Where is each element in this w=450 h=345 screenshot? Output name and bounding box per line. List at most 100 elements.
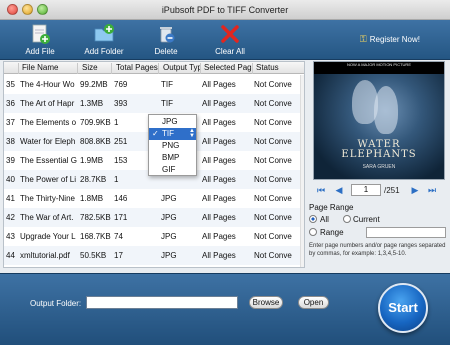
- file-size-cell: 709.9KB: [80, 118, 111, 127]
- row-index-cell: 36: [6, 99, 15, 108]
- file-size-cell: 168.7KB: [80, 232, 111, 241]
- file-size-cell: 782.5KB: [80, 213, 111, 222]
- file-size-cell: 808.8KB: [80, 137, 111, 146]
- file-size-cell: 28.7KB: [80, 175, 107, 184]
- browse-button[interactable]: Browse: [249, 296, 283, 309]
- title-bar: iPubsoft PDF to TIFF Converter: [0, 0, 450, 20]
- status-cell: Not Conve: [254, 118, 292, 127]
- selected-page-cell: All Pages: [202, 137, 236, 146]
- selected-page-cell: All Pages: [202, 251, 236, 260]
- cover-tagline: NOW A MAJOR MOTION PICTURE: [314, 62, 444, 74]
- table-row[interactable]: 35 The 4-Hour Wo 99.2MB 769 TIF All Pages Not …: [4, 75, 304, 94]
- column-header-size[interactable]: Size: [80, 63, 112, 74]
- start-button[interactable]: Start: [378, 283, 428, 333]
- selected-page-cell: All Pages: [202, 213, 236, 222]
- dropdown-option-bmp[interactable]: BMP: [149, 152, 196, 164]
- file-name-cell: The Elements o: [20, 118, 77, 127]
- column-header-index[interactable]: [6, 63, 19, 74]
- page-range-input[interactable]: [366, 227, 446, 238]
- register-now-link[interactable]: ⚿ Register Now!: [360, 34, 420, 45]
- status-cell: Not Conve: [254, 251, 292, 260]
- column-header-status[interactable]: Status: [254, 63, 304, 74]
- total-pages-cell: 146: [114, 194, 128, 203]
- total-pages-cell: 393: [114, 99, 128, 108]
- add-file-button[interactable]: Add File: [8, 22, 72, 58]
- status-cell: Not Conve: [254, 156, 292, 165]
- last-page-button[interactable]: ⏭: [426, 184, 438, 196]
- open-button[interactable]: Open: [298, 296, 329, 309]
- add-folder-icon: [94, 24, 114, 42]
- radio-range[interactable]: [309, 228, 317, 236]
- row-index-cell: 44: [6, 251, 15, 260]
- clear-all-button[interactable]: Clear All: [198, 22, 262, 58]
- register-now-label: Register Now!: [369, 35, 420, 44]
- status-cell: Not Conve: [254, 194, 292, 203]
- table-row[interactable]: 44 xmltutorial.pdf 50.5KB 17 JPG All Pages Not…: [4, 246, 304, 265]
- output-type-dropdown[interactable]: JPG ✓ TIF ▲ ▼ PNG BMP GIF: [148, 114, 197, 176]
- radio-all[interactable]: [309, 215, 317, 223]
- selected-page-cell: All Pages: [202, 194, 236, 203]
- table-row[interactable]: 43 Upgrade Your L 168.7KB 74 JPG All Pages Not…: [4, 227, 304, 246]
- output-type-cell[interactable]: TIF: [161, 80, 201, 89]
- add-file-label: Add File: [25, 47, 55, 56]
- column-header-file-name[interactable]: File Name: [20, 63, 78, 74]
- row-index-cell: 38: [6, 137, 15, 146]
- previous-page-button[interactable]: ◀: [333, 184, 345, 196]
- table-row[interactable]: 45your-money-or11.5MB346JPGAll PagesNot …: [4, 265, 304, 267]
- table-row[interactable]: 42 The War of Art. 782.5KB 171 JPG All Pages N…: [4, 208, 304, 227]
- row-index-cell: 37: [6, 118, 15, 127]
- file-size-cell: 1.9MB: [80, 156, 104, 165]
- status-cell: Not Conve: [254, 99, 292, 108]
- radio-current[interactable]: [343, 215, 351, 223]
- output-type-cell[interactable]: JPG: [161, 232, 201, 241]
- window-title: iPubsoft PDF to TIFF Converter: [161, 5, 289, 15]
- file-name-cell: The Power of Li: [20, 175, 77, 184]
- file-name-cell: The War of Art.: [20, 213, 74, 222]
- total-pages-cell: 171: [114, 213, 128, 222]
- file-name-cell: Water for Eleph: [20, 137, 76, 146]
- add-file-icon: [32, 24, 50, 44]
- page-range-hint: Enter page numbers and/or page ranges se…: [309, 243, 446, 257]
- output-type-cell[interactable]: TIF: [161, 99, 201, 108]
- table-row[interactable]: 36 The Art of Hapr 1.3MB 393 TIF All Pages Not…: [4, 94, 304, 113]
- output-type-cell[interactable]: JPG: [161, 251, 201, 260]
- output-type-cell[interactable]: JPG: [161, 213, 201, 222]
- column-header-total-pages[interactable]: Total Pages: [114, 63, 159, 74]
- next-page-button[interactable]: ▶: [409, 184, 421, 196]
- table-row[interactable]: 41 The Thirty-Nine 1.8MB 146 JPG All Pages Not…: [4, 189, 304, 208]
- total-pages-cell: 74: [114, 232, 123, 241]
- dropdown-option-gif[interactable]: GIF: [149, 164, 196, 176]
- selected-page-cell: All Pages: [202, 175, 236, 184]
- selected-page-cell: All Pages: [202, 156, 236, 165]
- clear-all-label: Clear All: [215, 47, 245, 56]
- row-index-cell: 41: [6, 194, 15, 203]
- file-size-cell: 1.8MB: [80, 194, 104, 203]
- radio-current-label: Current: [353, 215, 380, 224]
- delete-button[interactable]: Delete: [134, 22, 198, 58]
- add-folder-label: Add Folder: [84, 47, 124, 56]
- column-header-output-type[interactable]: Output Type: [161, 63, 201, 74]
- row-index-cell: 42: [6, 213, 15, 222]
- file-name-cell: xmltutorial.pdf: [20, 251, 70, 260]
- dropdown-option-jpg[interactable]: JPG: [149, 116, 196, 128]
- file-size-cell: 50.5KB: [80, 251, 107, 260]
- page-total: /251: [384, 186, 400, 195]
- page-preview: NOW A MAJOR MOTION PICTURE WATER ELEPHAN…: [313, 61, 445, 180]
- column-header-selected-page[interactable]: Selected Page: [202, 63, 253, 74]
- output-folder-input[interactable]: [86, 296, 238, 309]
- dropdown-option-tif[interactable]: ✓ TIF ▲ ▼: [149, 128, 196, 140]
- selected-page-cell: All Pages: [202, 118, 236, 127]
- add-folder-button[interactable]: Add Folder: [72, 22, 136, 58]
- dropdown-option-png[interactable]: PNG: [149, 140, 196, 152]
- total-pages-cell: 1: [114, 175, 119, 184]
- output-type-cell[interactable]: JPG: [161, 194, 201, 203]
- first-page-button[interactable]: ⏮: [315, 184, 327, 196]
- file-name-cell: The 4-Hour Wo: [20, 80, 75, 89]
- radio-range-label: Range: [320, 228, 344, 237]
- selected-page-cell: All Pages: [202, 232, 236, 241]
- radio-all-label: All: [320, 215, 329, 224]
- file-name-cell: The Thirty-Nine: [20, 194, 75, 203]
- cover-title: WATER ELEPHANTS: [341, 139, 417, 160]
- toolbar: Add File Add Folder Delete Clear All ⚿ R…: [0, 20, 450, 60]
- page-number-input[interactable]: 1: [351, 184, 381, 196]
